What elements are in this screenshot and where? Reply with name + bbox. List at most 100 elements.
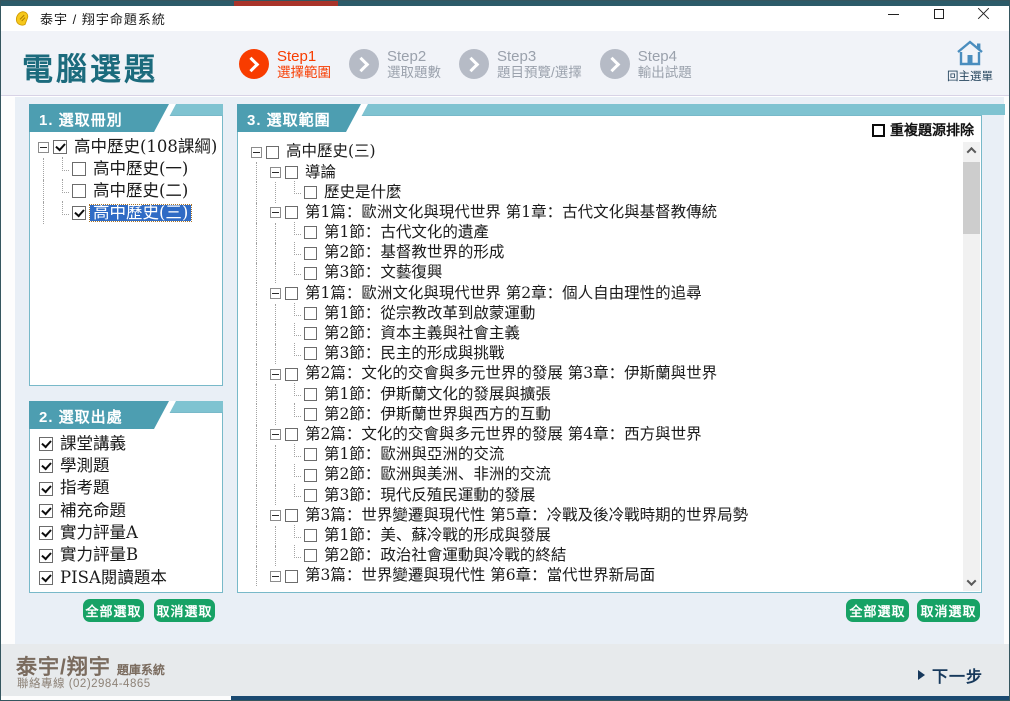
tree-node-label[interactable]: 第2節：政治社會運動與冷戰的終結 [321,548,569,564]
checkbox-item[interactable]: 實力評量B [39,544,218,566]
range-deselect-all-button[interactable]: 取消選取 [917,599,980,622]
tree-node-label[interactable]: 第2節：基督教世界的形成 [321,245,507,261]
tree-checkbox[interactable] [53,140,67,154]
tree-row[interactable]: 高中歷史(一) [38,157,222,180]
tree-row[interactable]: 第1節：伊斯蘭文化的發展與擴張 [251,383,981,405]
tree-row[interactable]: 第1篇：歐洲文化與現代世界 第1章：古代文化與基督教傳統 [251,202,981,223]
sources-deselect-all-button[interactable]: 取消選取 [154,599,215,622]
checkbox-item[interactable]: 指考題 [39,478,218,500]
tree-row[interactable]: 第3篇：世界變遷與現代性 第5章：冷戰及後冷戰時期的世界局勢 [251,505,981,526]
tree-checkbox[interactable] [304,185,317,199]
source-checkbox[interactable] [39,548,53,563]
checkbox-item[interactable]: PISA閱讀題本 [39,567,218,589]
tree-checkbox[interactable] [285,367,298,381]
tree-checkbox[interactable] [304,529,317,543]
tree-checkbox[interactable] [72,206,86,220]
source-checkbox[interactable] [39,481,53,496]
minus-box-icon[interactable] [270,429,281,441]
tree-row[interactable]: 第1節：古代文化的遺產 [251,221,981,244]
tree-node-label[interactable]: 第2節：伊斯蘭世界與西方的互動 [321,406,554,423]
minus-box-icon[interactable] [270,368,281,380]
tree-node-label[interactable]: 第1篇：歐洲文化與現代世界 第2章：個人自由理性的追尋 [302,285,705,302]
tree-node-label[interactable]: 第3篇：世界變遷與現代性 第6章：當代世界新局面 [302,568,658,584]
tree-node-label[interactable]: 第3篇：世界變遷與現代性 第5章：冷戰及後冷戰時期的世界局勢 [302,507,751,524]
source-checkbox[interactable] [39,570,53,585]
tree-checkbox[interactable] [304,448,317,462]
tree-checkbox[interactable] [304,327,317,341]
tree-node-label[interactable]: 第1節：古代文化的遺產 [321,225,492,241]
tree-row[interactable]: 第3節：民主的形成與挑戰 [251,342,981,365]
dedupe-checkbox[interactable] [872,123,885,137]
tree-row[interactable]: 第2篇：文化的交會與多元世界的發展 第3章：伊斯蘭與世界 [251,364,981,385]
tree-row[interactable]: 第3節：文藝復興 [251,262,981,284]
tree-checkbox[interactable] [285,569,298,583]
minus-box-icon[interactable] [270,166,281,178]
home-button[interactable]: 回主選單 [941,39,999,84]
tree-checkbox[interactable] [72,184,86,198]
sources-select-all-button[interactable]: 全部選取 [83,599,144,622]
tree-checkbox[interactable] [285,428,298,442]
tree-checkbox[interactable] [285,508,298,522]
source-checkbox[interactable] [39,459,53,474]
tree-node-label[interactable]: 第2篇：文化的交會與多元世界的發展 第3章：伊斯蘭與世界 [302,366,720,382]
tree-node-label[interactable]: 高中歷史(三) [283,144,379,160]
checkbox-item[interactable]: 學測題 [39,455,218,477]
minus-box-icon[interactable] [38,141,49,153]
tree-checkbox[interactable] [304,266,317,280]
source-checkbox[interactable] [39,437,53,452]
tree-row[interactable]: 第2節：政治社會運動與冷戰的終結 [251,544,981,567]
tree-node-label[interactable]: 第2節：資本主義與社會主義 [321,326,523,342]
tree-row[interactable]: 第1節：歐洲與亞洲的交流 [251,443,981,466]
tree-row[interactable]: 歷史是什麼 [251,181,981,203]
tree-row[interactable]: 第1節：美、蘇冷戰的形成與發展 [251,524,981,546]
scroll-up-button[interactable] [963,142,980,159]
tree-node-label[interactable]: 第1篇：歐洲文化與現代世界 第1章：古代文化與基督教傳統 [302,204,720,221]
tree-row[interactable]: 第3篇：世界變遷與現代性 第6章：當代世界新局面 [251,565,981,587]
tree-row[interactable]: 第1篇：歐洲文化與現代世界 第2章：個人自由理性的追尋 [251,283,981,304]
tree-node-label[interactable]: 第3節：文藝復興 [321,265,445,281]
tree-node-label[interactable]: 第1節：從宗教改革到啟蒙運動 [321,305,538,322]
tree-node-label[interactable]: 歷史是什麼 [321,184,405,201]
tree-checkbox[interactable] [304,468,317,482]
tree-node-label[interactable]: 第2篇：文化的交會與多元世界的發展 第4章：西方與世界 [302,426,705,443]
tree-checkbox[interactable] [285,165,298,179]
tree-checkbox[interactable] [285,286,298,300]
tree-row[interactable]: 第2節：資本主義與社會主義 [251,322,981,345]
tree-checkbox[interactable] [304,226,317,240]
minimize-button[interactable] [878,4,908,24]
tree-node-label[interactable]: 第3節：現代反殖民運動的發展 [321,487,538,504]
tree-node-label[interactable]: 導論 [302,164,339,181]
tree-checkbox[interactable] [304,408,317,422]
tree-row[interactable]: 第2節：基督教世界的形成 [251,241,981,264]
minus-box-icon[interactable] [270,570,281,582]
tree-row[interactable]: 高中歷史(三) [251,142,981,162]
tree-row[interactable]: 第2節：伊斯蘭世界與西方的互動 [251,403,981,425]
tree-checkbox[interactable] [304,246,317,260]
source-checkbox[interactable] [39,526,53,541]
tree-node-label[interactable]: 高中歷史(二) [90,182,191,200]
scrollbar-thumb[interactable] [963,162,980,234]
minus-box-icon[interactable] [270,287,281,299]
tree-node-label[interactable]: 高中歷史(三) [88,203,193,223]
tree-node-label[interactable]: 第2節：歐洲與美洲、非洲的交流 [321,467,554,483]
scrollbar[interactable] [963,142,980,591]
tree-checkbox[interactable] [285,206,298,220]
tree-row[interactable]: 第3節：現代反殖民運動的發展 [251,484,981,506]
tree-row[interactable]: 高中歷史(二) [38,179,222,202]
tree-checkbox[interactable] [304,488,317,502]
tree-node-label[interactable]: 第3節：民主的形成與挑戰 [321,346,507,362]
checkbox-item[interactable]: 實力評量A [39,522,218,544]
tree-row[interactable]: 高中歷史(108課綱) [38,136,222,158]
tree-node-label[interactable]: 高中歷史(一) [90,160,191,178]
close-button[interactable] [968,4,998,24]
minus-box-icon[interactable] [251,146,262,158]
source-checkbox[interactable] [39,504,53,519]
tree-row[interactable]: 高中歷史(三) [38,201,222,224]
maximize-button[interactable] [924,4,954,24]
dedupe-option[interactable]: 重複題源排除 [872,120,974,140]
tree-row[interactable]: 第2節：歐洲與美洲、非洲的交流 [251,463,981,486]
checkbox-item[interactable]: 補充命題 [39,500,218,522]
next-step-button[interactable]: 下一步 [917,663,983,687]
tree-checkbox[interactable] [304,307,317,321]
minus-box-icon[interactable] [270,509,281,521]
